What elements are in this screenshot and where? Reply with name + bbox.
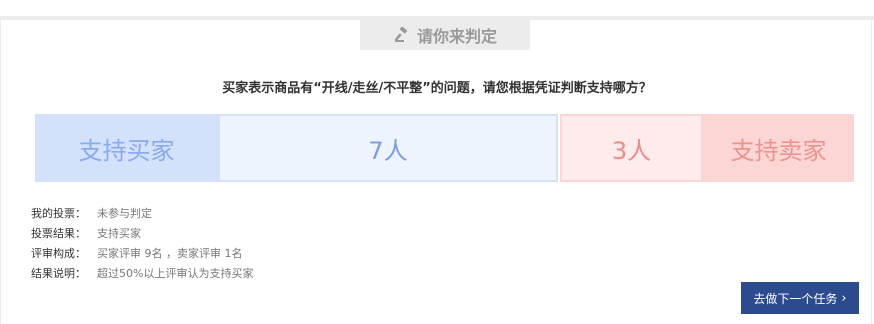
- info-row-composition: 评审构成： 买家评审 9名 ，卖家评审 1名: [31, 244, 253, 264]
- question-text: 买家表示商品有“开线/走丝/不平整”的问题，请您根据凭证判断支持哪方？: [222, 81, 652, 96]
- gavel-icon: [393, 26, 411, 44]
- support-seller-label: 支持卖家: [703, 114, 854, 182]
- buyer-vote-count: 7人: [218, 114, 558, 182]
- info-row-my-vote: 我的投票： 未参与判定: [31, 204, 253, 224]
- info-row-explanation: 结果说明： 超过50%以上评审认为支持买家: [31, 264, 253, 284]
- chevron-right-icon: ›: [841, 290, 847, 306]
- info-value: 买家评审 9名 ，卖家评审 1名: [97, 247, 243, 260]
- info-key: 投票结果：: [31, 227, 86, 240]
- next-task-label: 去做下一个任务: [753, 291, 838, 306]
- info-key: 结果说明：: [31, 267, 86, 280]
- info-key: 我的投票：: [31, 207, 86, 220]
- seller-vote-count: 3人: [560, 114, 703, 182]
- support-buyer-label: 支持买家: [35, 114, 218, 182]
- info-row-result: 投票结果： 支持买家: [31, 224, 253, 244]
- info-value: 超过50%以上评审认为支持买家: [97, 267, 254, 280]
- info-key: 评审构成：: [31, 247, 86, 260]
- vote-info: 我的投票： 未参与判定 投票结果： 支持买家 评审构成： 买家评审 9名 ，卖家…: [31, 204, 253, 284]
- next-task-button[interactable]: 去做下一个任务 ›: [741, 282, 859, 314]
- judge-tab-label: 请你来判定: [416, 27, 497, 46]
- info-value: 支持买家: [97, 227, 141, 240]
- info-value: 未参与判定: [97, 207, 152, 220]
- judge-tab: 请你来判定: [360, 20, 530, 50]
